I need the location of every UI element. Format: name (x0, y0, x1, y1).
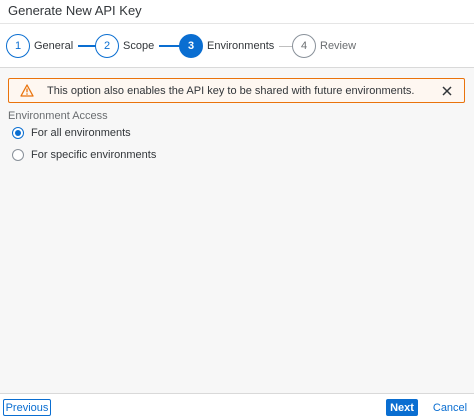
step-number-3: 3 (179, 34, 203, 58)
radio-label-specific-environments: For specific environments (31, 149, 157, 161)
wizard-step-scope[interactable]: 2 Scope (95, 34, 184, 58)
step-number-4: 4 (292, 34, 316, 58)
radio-all-environments[interactable]: For all environments (12, 125, 131, 141)
generate-api-key-dialog: Generate New API Key 1 General 2 Scope 3… (0, 0, 474, 419)
wizard-step-environments[interactable]: 3 Environments (179, 34, 302, 58)
radio-label-all-environments: For all environments (31, 127, 131, 139)
dialog-footer: Previous Next Cancel (0, 393, 474, 419)
step-number-1: 1 (6, 34, 30, 58)
warning-icon (20, 84, 34, 97)
wizard-step-general[interactable]: 1 General (6, 34, 103, 58)
step-label-general: General (34, 40, 74, 52)
step-number-2: 2 (95, 34, 119, 58)
cancel-button[interactable]: Cancel (430, 399, 470, 416)
wizard-progress-bar: 1 General 2 Scope 3 Environments 4 Revie… (0, 24, 474, 68)
dialog-header: Generate New API Key (0, 0, 474, 24)
step-label-environments: Environments (207, 40, 275, 52)
radio-button-unchecked[interactable] (12, 149, 24, 161)
dialog-title: Generate New API Key (8, 3, 142, 18)
warning-text: This option also enables the API key to … (47, 85, 415, 97)
close-icon[interactable] (440, 84, 454, 98)
previous-button[interactable]: Previous (3, 399, 51, 416)
radio-specific-environments[interactable]: For specific environments (12, 147, 156, 163)
step-label-scope: Scope (123, 40, 155, 52)
wizard-step-review[interactable]: 4 Review (292, 34, 356, 58)
environment-access-label: Environment Access (8, 110, 108, 122)
step-label-review: Review (320, 40, 357, 52)
next-button[interactable]: Next (386, 399, 418, 416)
radio-button-checked[interactable] (12, 127, 24, 139)
warning-message-strip: This option also enables the API key to … (8, 78, 465, 103)
